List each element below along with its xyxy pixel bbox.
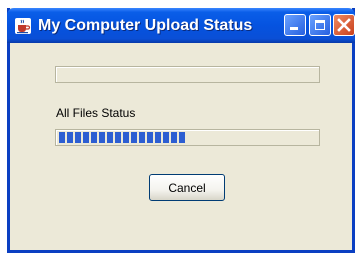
- all-files-status-label: All Files Status: [56, 106, 136, 120]
- cancel-button[interactable]: Cancel: [149, 174, 225, 201]
- close-icon[interactable]: [333, 14, 355, 36]
- dialog-content: All Files Status Cancel: [10, 43, 352, 250]
- all-files-progress-fill: [59, 132, 185, 143]
- upload-status-window: My Computer Upload Status All Files Stat…: [7, 8, 355, 253]
- title-bar[interactable]: My Computer Upload Status: [7, 8, 355, 43]
- window-title: My Computer Upload Status: [38, 17, 253, 34]
- maximize-icon[interactable]: [309, 14, 331, 36]
- minimize-icon[interactable]: [284, 14, 306, 36]
- current-file-progress-bar: [55, 66, 320, 83]
- all-files-progress-bar: [55, 129, 320, 146]
- java-coffee-cup-icon: [15, 18, 31, 34]
